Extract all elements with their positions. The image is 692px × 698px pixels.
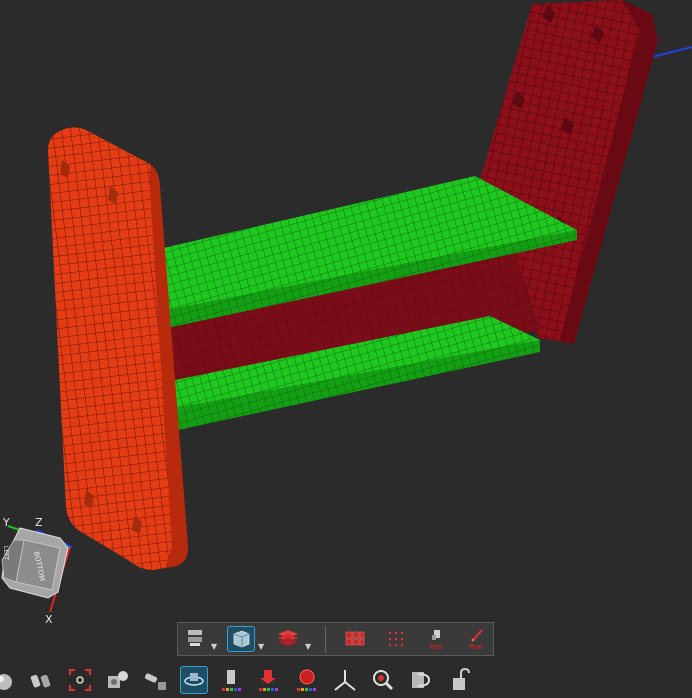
binoculars-button[interactable] — [28, 666, 56, 694]
mesh-elements-button[interactable] — [341, 626, 369, 652]
view-cube-face-left[interactable]: LEFT — [2, 546, 10, 561]
sphere-button[interactable] — [0, 666, 20, 694]
left-flange-plate[interactable] — [48, 127, 188, 570]
toolbar-separator — [325, 626, 326, 653]
node-dots-icon — [388, 631, 404, 647]
legend-icon — [297, 669, 316, 691]
view-cube[interactable]: BOTTOM LEFT — [1, 525, 73, 613]
text-annotate-caption: Text — [469, 643, 484, 651]
triad-y-label: Y — [3, 516, 10, 529]
triad-z-label: Z — [35, 516, 43, 529]
contour-plot-icon — [222, 670, 241, 691]
camera-move-button[interactable] — [142, 666, 170, 694]
focus-target-icon — [69, 669, 91, 691]
axis-triad-icon — [334, 670, 356, 691]
camera-move-icon — [144, 673, 166, 690]
rotate-view-icon — [184, 673, 204, 686]
text-annotate-button[interactable]: Text — [463, 626, 491, 652]
deformation-button[interactable] — [255, 666, 283, 694]
camera-settings-button[interactable] — [104, 666, 132, 694]
slice-view-button[interactable] — [182, 626, 210, 652]
slice-dropdown-caret[interactable]: ▼ — [211, 643, 217, 651]
3d-viewport[interactable]: BOTTOM LEFT — [0, 0, 692, 697]
zoom-button[interactable] — [369, 666, 397, 694]
sphere-icon — [0, 674, 12, 690]
unlock-icon — [453, 667, 470, 690]
layers-icon — [278, 630, 298, 646]
text-block-icon — [432, 630, 440, 640]
focus-target-button[interactable] — [66, 666, 94, 694]
contour-plot-button[interactable] — [218, 666, 246, 694]
unlock-button[interactable] — [446, 666, 474, 694]
text-label-caption: Text — [429, 643, 444, 651]
text-label-button[interactable]: Text — [423, 626, 451, 652]
3d-view-icon — [412, 672, 431, 688]
3d-view-button[interactable] — [407, 666, 435, 694]
zoom-icon — [373, 670, 394, 691]
binoculars-icon — [30, 674, 51, 688]
slice-icon — [188, 630, 202, 646]
bottom-toolbar — [0, 664, 692, 697]
cube-icon — [233, 630, 250, 648]
floating-toolbar: ▼ ▼ ▼ Text Text — [177, 622, 494, 656]
deformation-icon — [259, 670, 278, 691]
rotate-view-button[interactable] — [180, 666, 208, 694]
pen-icon — [471, 629, 483, 642]
display-mode-button[interactable] — [227, 626, 255, 652]
camera-settings-icon — [108, 671, 128, 688]
layers-dropdown-caret[interactable]: ▼ — [305, 643, 311, 651]
layers-button[interactable] — [274, 626, 302, 652]
display-mode-dropdown-caret[interactable]: ▼ — [258, 643, 264, 651]
mesh-cubes-icon — [345, 631, 365, 646]
mesh-nodes-button[interactable] — [382, 626, 410, 652]
axis-triad-button[interactable] — [331, 666, 359, 694]
triad-x-label: X — [45, 613, 53, 626]
legend-button[interactable] — [293, 666, 321, 694]
